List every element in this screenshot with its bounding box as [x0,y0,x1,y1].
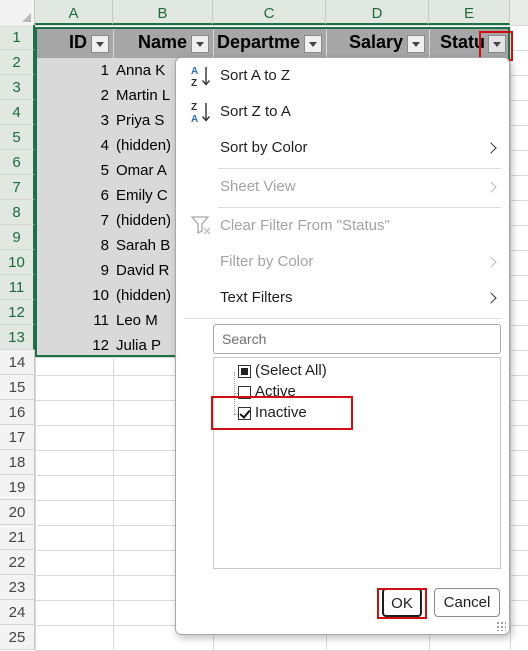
header-cell-id[interactable]: ID [35,27,113,58]
menu-sort-a-z[interactable]: Sort A to Z [220,61,290,91]
row-header-2[interactable]: 2 [0,50,35,75]
cell-id[interactable]: 6 [35,183,113,208]
row-header-20[interactable]: 20 [0,500,35,525]
cell-name[interactable]: (hidden) [113,208,183,233]
cell-name[interactable]: Priya S [113,108,183,133]
filter-dropdown-button-id[interactable] [91,35,109,53]
filter-search-input[interactable] [213,324,501,354]
cell-name[interactable]: Martin L [113,83,183,108]
row-header-15[interactable]: 15 [0,375,35,400]
row-header-11[interactable]: 11 [0,275,35,300]
menu-filter-by-color: Filter by Color [220,253,314,270]
row-header-7[interactable]: 7 [0,175,35,200]
cell-id[interactable]: 8 [35,233,113,258]
row-header-13[interactable]: 13 [0,325,35,350]
cell-name[interactable]: Anna K [113,58,183,83]
filter-dropdown-button-status[interactable] [488,35,506,53]
row-header-16[interactable]: 16 [0,400,35,425]
row-header-25[interactable]: 25 [0,625,35,650]
header-cell-department[interactable]: Departme [214,27,326,58]
column-header-d[interactable]: D [326,0,429,25]
row-header-21[interactable]: 21 [0,525,35,550]
svg-text:Z: Z [191,78,197,88]
cell-name[interactable]: Leo M [113,308,183,333]
cell-name[interactable]: David R [113,258,183,283]
header-cell-name[interactable]: Name [114,27,213,58]
checkbox-active[interactable] [238,386,251,399]
menu-sheet-view: Sheet View [220,178,296,195]
column-header-a[interactable]: A [35,0,113,25]
cell-name[interactable]: (hidden) [113,283,183,308]
row-header-23[interactable]: 23 [0,575,35,600]
chevron-right-icon [485,256,497,268]
cell-id[interactable]: 5 [35,158,113,183]
cell-id[interactable]: 1 [35,58,113,83]
cell-name[interactable]: Sarah B [113,233,183,258]
column-header-c[interactable]: C [213,0,326,25]
cell-name[interactable]: Emily C [113,183,183,208]
chevron-right-icon [485,292,497,304]
row-header-9[interactable]: 9 [0,225,35,250]
row-header-3[interactable]: 3 [0,75,35,100]
cell-id[interactable]: 12 [35,333,113,358]
cell-id[interactable]: 7 [35,208,113,233]
row-header-19[interactable]: 19 [0,475,35,500]
column-header-bar: A B C D E [0,0,528,25]
row-header-10[interactable]: 10 [0,250,35,275]
row-header-6[interactable]: 6 [0,150,35,175]
cell-id[interactable]: 10 [35,283,113,308]
cell-id[interactable]: 4 [35,133,113,158]
autofilter-menu: A Z Sort A to Z Z A Sort Z to A Sort by … [175,57,510,635]
cell-id[interactable]: 2 [35,83,113,108]
column-header-b[interactable]: B [113,0,213,25]
menu-clear-filter: Clear Filter From "Status" [220,217,390,234]
cell-name[interactable]: (hidden) [113,133,183,158]
sort-z-a-icon: Z A [191,102,211,124]
header-cell-salary[interactable]: Salary [327,27,429,58]
cell-id[interactable]: 3 [35,108,113,133]
menu-text-filters[interactable]: Text Filters [220,283,293,313]
svg-text:A: A [191,114,198,124]
cell-name[interactable]: Julia P [113,333,183,358]
chevron-right-icon [485,181,497,193]
sort-a-z-icon: A Z [191,66,211,88]
row-header-18[interactable]: 18 [0,450,35,475]
row-header-24[interactable]: 24 [0,600,35,625]
clear-filter-funnel-icon [190,216,211,235]
row-header-5[interactable]: 5 [0,125,35,150]
row-header-12[interactable]: 12 [0,300,35,325]
checkbox-label-active[interactable]: Active [255,382,296,402]
checkbox-select-all[interactable] [238,365,251,378]
row-header-14[interactable]: 14 [0,350,35,375]
checkbox-label-inactive[interactable]: Inactive [255,403,307,423]
row-header-1[interactable]: 1 [0,25,35,50]
svg-text:A: A [191,66,198,77]
row-header-4[interactable]: 4 [0,100,35,125]
ok-button[interactable]: OK [382,588,422,617]
header-cell-status[interactable]: Statu [430,27,510,58]
resize-grip[interactable] [496,621,506,631]
cancel-button[interactable]: Cancel [434,588,500,617]
filter-dropdown-button-department[interactable] [304,35,322,53]
column-header-f[interactable] [510,0,528,25]
cell-id[interactable]: 9 [35,258,113,283]
select-all-corner[interactable] [0,0,35,25]
cell-id[interactable]: 11 [35,308,113,333]
checkbox-label-select-all[interactable]: (Select All) [255,361,327,381]
svg-text:Z: Z [191,102,197,113]
filter-values-list: (Select All) Active Inactive [213,357,501,569]
filter-dropdown-button-name[interactable] [191,35,209,53]
menu-sort-by-color[interactable]: Sort by Color [220,133,308,163]
cell-name[interactable]: Omar A [113,158,183,183]
filter-dropdown-button-salary[interactable] [407,35,425,53]
row-header-17[interactable]: 17 [0,425,35,450]
row-header-22[interactable]: 22 [0,550,35,575]
checkbox-inactive[interactable] [238,407,251,420]
row-header-8[interactable]: 8 [0,200,35,225]
menu-sort-z-a[interactable]: Sort Z to A [220,97,291,127]
chevron-right-icon [485,142,497,154]
column-header-e[interactable]: E [429,0,510,25]
